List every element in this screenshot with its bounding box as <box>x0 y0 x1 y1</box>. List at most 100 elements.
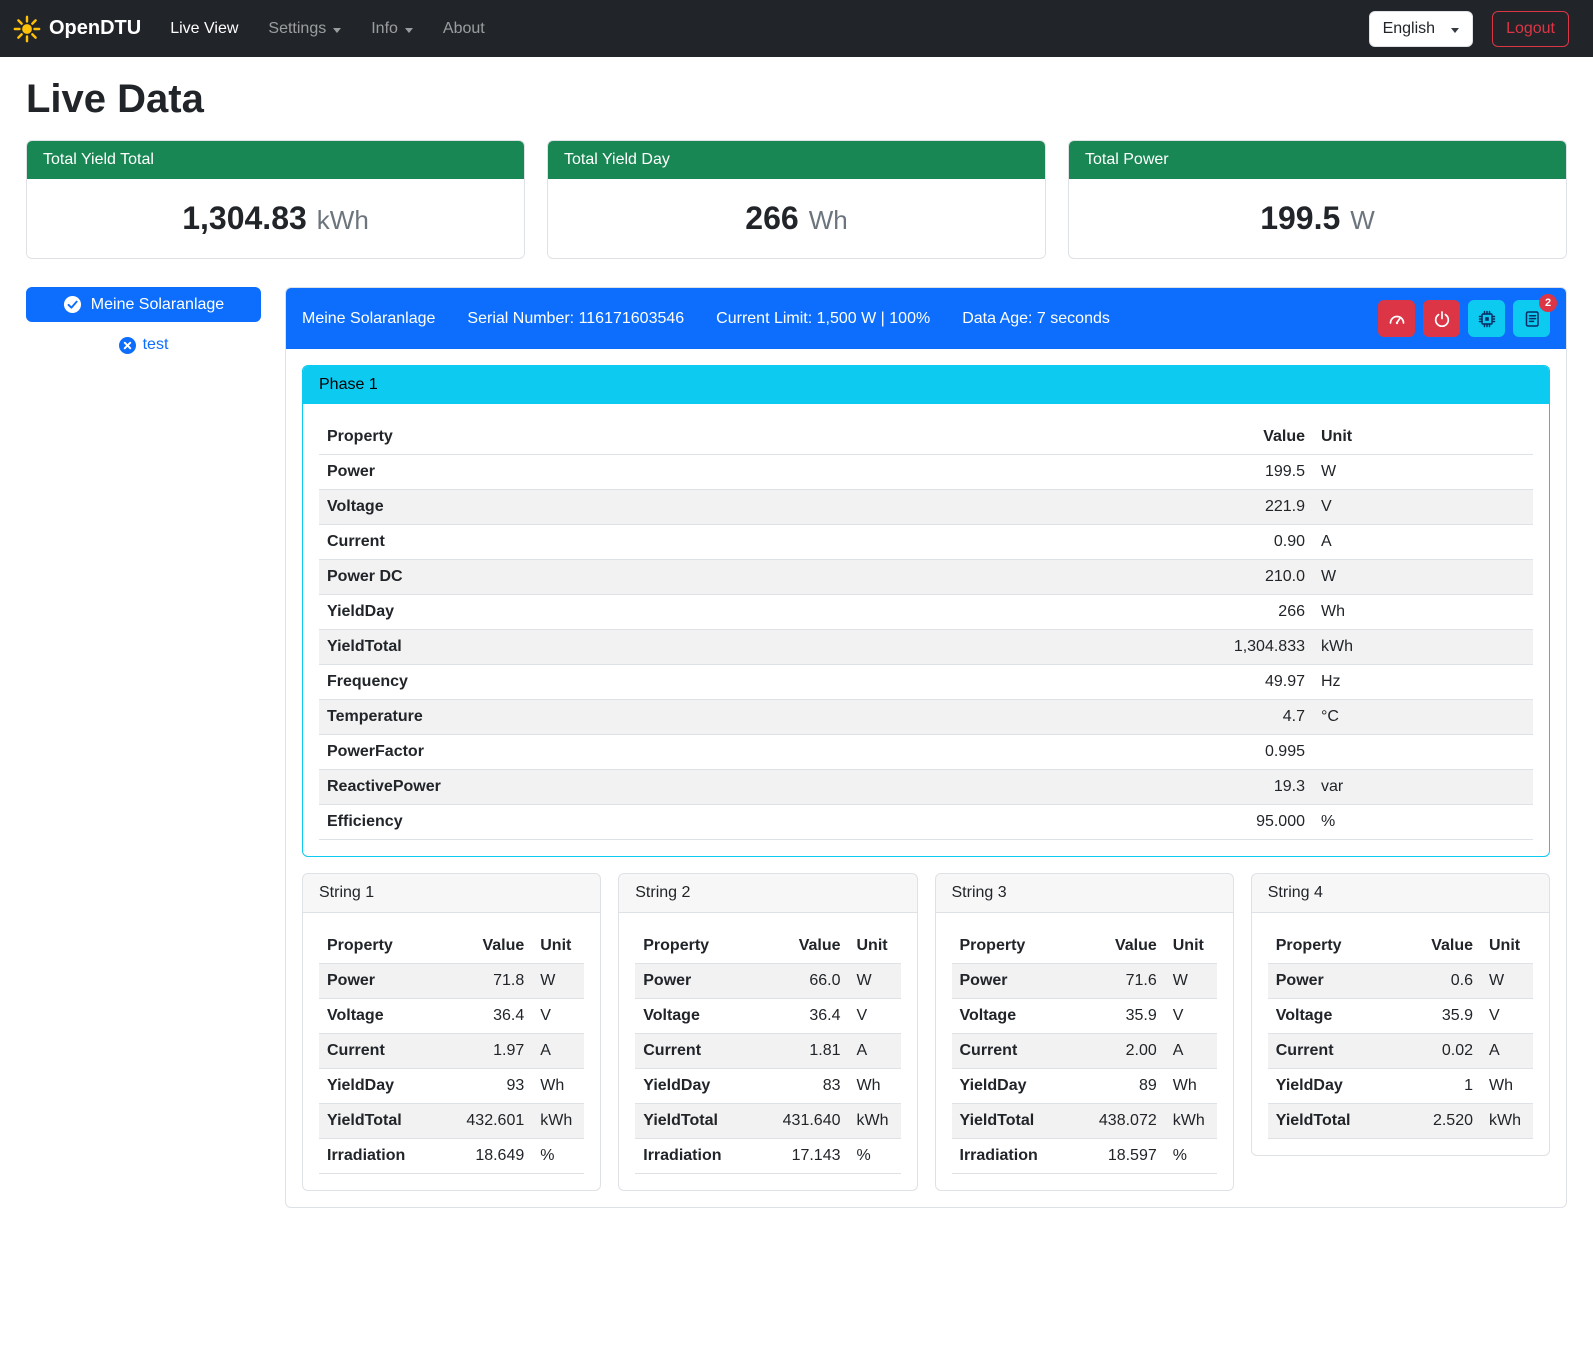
table-row: YieldTotal 431.640 kWh <box>635 1104 900 1139</box>
property-cell: YieldDay <box>1268 1069 1395 1104</box>
table-row: Voltage 35.9 V <box>1268 999 1533 1034</box>
inverter-card: Meine Solaranlage Serial Number: 1161716… <box>285 287 1567 1208</box>
language-select-value: English <box>1383 20 1435 38</box>
device-info-button[interactable] <box>1468 300 1505 337</box>
property-cell: Power DC <box>319 560 1163 595</box>
string-card-3: String 3 Property Value Unit <box>935 873 1234 1191</box>
value-cell: 19.3 <box>1163 770 1313 805</box>
table-row: Power 199.5 W <box>319 455 1533 490</box>
table-row: Voltage 221.9 V <box>319 490 1533 525</box>
property-cell: Power <box>635 964 762 999</box>
nav-item-about[interactable]: About <box>428 12 500 46</box>
unit-cell: % <box>1313 805 1533 840</box>
table-row: YieldDay 83 Wh <box>635 1069 900 1104</box>
unit-cell: Hz <box>1313 665 1533 700</box>
property-cell: YieldDay <box>635 1069 762 1104</box>
nav-item-live-view[interactable]: Live View <box>155 12 253 46</box>
table-row: Power 71.8 W <box>319 964 584 999</box>
column-header-value: Value <box>1163 420 1313 455</box>
inverter-current-limit: Current Limit: 1,500 W | 100% <box>716 310 930 328</box>
table-row: Irradiation 18.597 % <box>952 1139 1217 1174</box>
property-cell: Voltage <box>1268 999 1395 1034</box>
table-row: Power 0.6 W <box>1268 964 1533 999</box>
value-cell: 0.02 <box>1395 1034 1481 1069</box>
string-table: Property Value Unit Power <box>319 929 584 1174</box>
property-cell: Power <box>319 964 446 999</box>
property-cell: Irradiation <box>319 1139 446 1174</box>
column-header-unit: Unit <box>532 929 584 964</box>
unit-cell: % <box>1165 1139 1217 1174</box>
table-row: Current 1.97 A <box>319 1034 584 1069</box>
unit-cell: A <box>532 1034 584 1069</box>
table-row: Power DC 210.0 W <box>319 560 1533 595</box>
unit-cell <box>1313 735 1533 770</box>
property-cell: ReactivePower <box>319 770 1163 805</box>
value-cell: 49.97 <box>1163 665 1313 700</box>
unit-cell: var <box>1313 770 1533 805</box>
unit-cell: Wh <box>1313 595 1533 630</box>
unit-cell: V <box>849 999 901 1034</box>
top-navbar: OpenDTU Live View Settings Info About En… <box>0 0 1593 57</box>
summary-card-total-yield-total: Total Yield Total 1,304.83 kWh <box>26 140 525 259</box>
phase-card: Phase 1 Property Value Unit <box>302 365 1550 857</box>
string-title: String 1 <box>303 874 600 913</box>
unit-cell: A <box>1165 1034 1217 1069</box>
unit-cell: W <box>1165 964 1217 999</box>
sun-icon <box>12 14 42 44</box>
inverter-card-header: Meine Solaranlage Serial Number: 1161716… <box>286 288 1566 349</box>
property-cell: YieldTotal <box>319 630 1163 665</box>
table-row: Current 2.00 A <box>952 1034 1217 1069</box>
inverter-data-age: Data Age: 7 seconds <box>962 310 1110 328</box>
property-cell: YieldTotal <box>319 1104 446 1139</box>
inverter-card-body: Phase 1 Property Value Unit <box>286 349 1566 1207</box>
limit-settings-button[interactable] <box>1378 300 1415 337</box>
table-row: YieldTotal 438.072 kWh <box>952 1104 1217 1139</box>
inverter-toggle-test[interactable]: test <box>26 336 261 354</box>
string-table: Property Value Unit Power <box>952 929 1217 1174</box>
journal-icon <box>1522 309 1542 329</box>
table-row: Voltage 36.4 V <box>635 999 900 1034</box>
nav-item-settings[interactable]: Settings <box>253 12 356 46</box>
inverter-select-button[interactable]: Meine Solaranlage <box>26 287 261 322</box>
inverter-actions: 2 <box>1378 300 1550 337</box>
nav-item-label: About <box>443 20 485 38</box>
gauge-icon <box>1387 309 1407 329</box>
property-cell: YieldDay <box>319 1069 446 1104</box>
logout-button[interactable]: Logout <box>1492 11 1569 47</box>
property-cell: Frequency <box>319 665 1163 700</box>
unit-cell: kWh <box>532 1104 584 1139</box>
summary-unit: kWh <box>317 205 369 236</box>
column-header-unit: Unit <box>1165 929 1217 964</box>
power-icon <box>1432 309 1452 329</box>
value-cell: 35.9 <box>1395 999 1481 1034</box>
string-card-1: String 1 Property Value Unit <box>302 873 601 1191</box>
value-cell: 0.6 <box>1395 964 1481 999</box>
column-header-property: Property <box>319 420 1163 455</box>
power-settings-button[interactable] <box>1423 300 1460 337</box>
property-cell: Irradiation <box>952 1139 1079 1174</box>
language-select[interactable]: English <box>1369 11 1473 47</box>
nav-item-info[interactable]: Info <box>356 12 428 46</box>
unit-cell: kWh <box>849 1104 901 1139</box>
summary-unit: W <box>1350 205 1375 236</box>
unit-cell: Wh <box>532 1069 584 1104</box>
property-cell: Voltage <box>319 999 446 1034</box>
property-cell: YieldDay <box>319 595 1163 630</box>
value-cell: 2.00 <box>1079 1034 1165 1069</box>
table-row: PowerFactor 0.995 <box>319 735 1533 770</box>
summary-unit: Wh <box>809 205 848 236</box>
property-cell: Voltage <box>319 490 1163 525</box>
unit-cell: kWh <box>1481 1104 1533 1139</box>
table-row: YieldDay 266 Wh <box>319 595 1533 630</box>
property-cell: Current <box>319 1034 446 1069</box>
table-row: Current 1.81 A <box>635 1034 900 1069</box>
nav-item-label: Info <box>371 20 398 38</box>
value-cell: 18.597 <box>1079 1139 1165 1174</box>
column-header-unit: Unit <box>1313 420 1533 455</box>
inverter-name: Meine Solaranlage <box>302 310 435 328</box>
table-header-row: Property Value Unit <box>1268 929 1533 964</box>
value-cell: 89 <box>1079 1069 1165 1104</box>
brand-link[interactable]: OpenDTU <box>12 14 141 44</box>
event-log-button[interactable]: 2 <box>1513 300 1550 337</box>
column-header-unit: Unit <box>849 929 901 964</box>
